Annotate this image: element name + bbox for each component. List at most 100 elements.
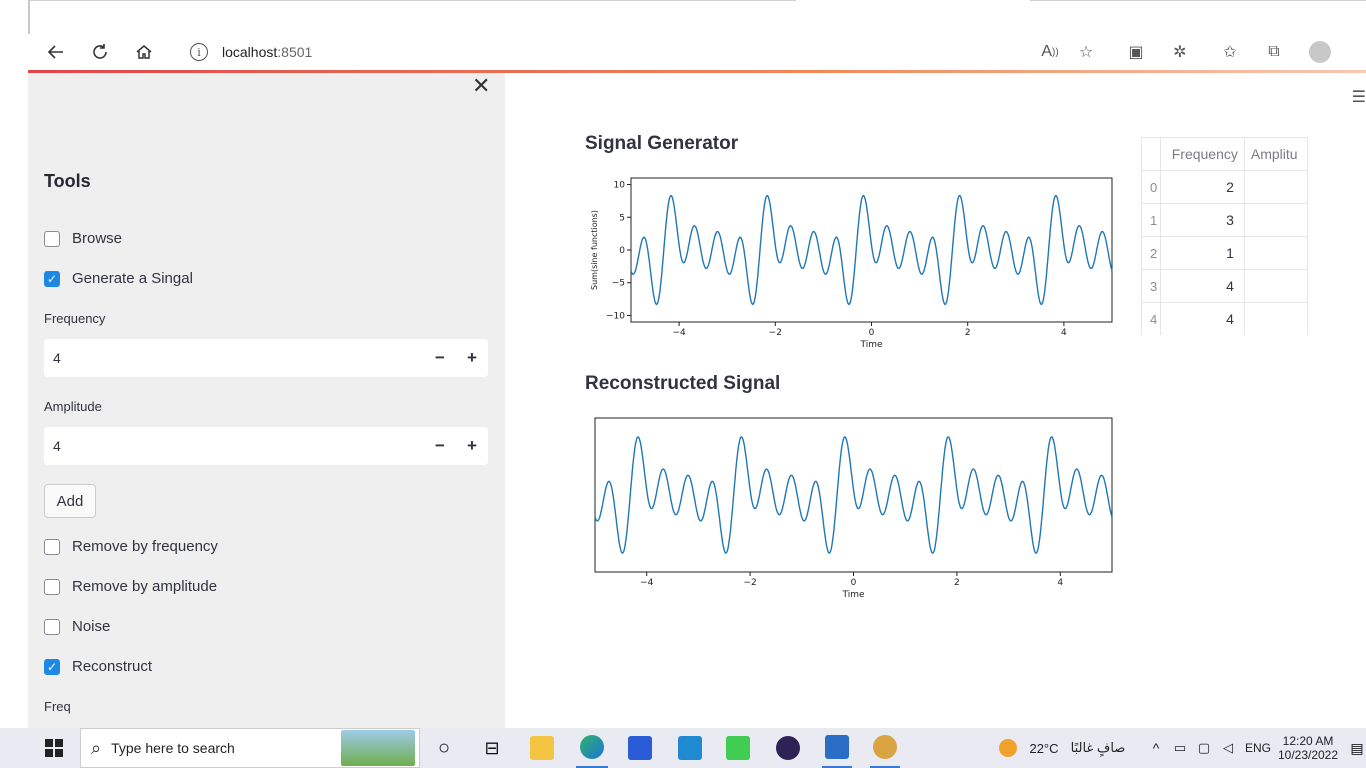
cell-amplitude[interactable] [1243, 269, 1308, 303]
weather-temp[interactable]: 22°C [1026, 728, 1062, 768]
row-index: 3 [1141, 269, 1161, 303]
row-index: 0 [1141, 170, 1161, 204]
collections-icon[interactable]: ▣ [1122, 38, 1150, 66]
edge-icon[interactable] [576, 728, 608, 768]
table-header-frequency[interactable]: Frequency [1159, 137, 1245, 171]
extensions-icon[interactable]: ✲ [1166, 38, 1194, 66]
favorites-icon[interactable]: ✩ [1216, 38, 1244, 66]
check-icon[interactable]: ✓ [44, 658, 60, 675]
weather-icon[interactable] [996, 728, 1020, 768]
x-tick-label: 0 [851, 578, 857, 588]
check-icon[interactable]: ✓ [44, 270, 60, 287]
refresh-icon[interactable] [86, 38, 114, 66]
search-placeholder: Type here to search [111, 740, 235, 756]
network-icon[interactable]: ▭ [1170, 728, 1190, 768]
x-tick-label: −4 [672, 328, 686, 338]
frequency-decrement-button[interactable]: − [424, 348, 456, 368]
checkbox-box[interactable] [44, 230, 60, 247]
eclipse-icon[interactable] [774, 728, 802, 768]
task-view-icon[interactable]: ⊟ [478, 728, 506, 768]
cell-frequency[interactable]: 1 [1159, 236, 1245, 270]
reconstruct-checkbox[interactable]: ✓ Reconstruct [44, 658, 152, 675]
cell-amplitude[interactable] [1243, 302, 1308, 335]
y-tick-label: 5 [619, 213, 625, 223]
add-button[interactable]: Add [44, 484, 96, 518]
components-table: Frequency Amplitu 02 13 21 34 44 [1141, 137, 1308, 335]
checkbox-box[interactable] [44, 578, 60, 595]
vscode-icon[interactable] [676, 728, 704, 768]
taskbar: ⌕ Type here to search ○ ⊟ 22°C صافٍ غالب… [0, 728, 1366, 768]
address-bar[interactable]: i localhost:8501 [172, 36, 1022, 68]
checkbox-label: Remove by frequency [72, 538, 218, 555]
chevron-up-icon[interactable]: ^ [1148, 728, 1164, 768]
frequency-label: Frequency [44, 311, 106, 326]
amplitude-value[interactable]: 4 [53, 438, 424, 454]
read-aloud-icon[interactable]: A)) [1036, 38, 1064, 66]
table-header-amplitude[interactable]: Amplitu [1243, 137, 1308, 171]
display-icon[interactable]: ▢ [1194, 728, 1214, 768]
cell-frequency[interactable]: 3 [1159, 203, 1245, 237]
checkbox-label: Reconstruct [72, 658, 153, 675]
back-icon[interactable] [42, 38, 70, 66]
x-tick-label: 4 [1061, 328, 1067, 338]
favorite-add-icon[interactable]: ☆ [1072, 38, 1100, 66]
y-tick-label: −5 [612, 279, 625, 289]
browse-checkbox[interactable]: Browse [44, 230, 122, 247]
cortana-icon[interactable]: ○ [430, 728, 458, 768]
table-row: 21 [1141, 236, 1308, 270]
amplitude-increment-button[interactable]: + [456, 436, 488, 456]
row-index: 4 [1141, 302, 1161, 335]
cell-amplitude[interactable] [1243, 170, 1308, 204]
site-info-icon[interactable]: i [190, 43, 208, 61]
cell-frequency[interactable]: 2 [1159, 170, 1245, 204]
row-index: 2 [1141, 236, 1161, 270]
table-header-index [1141, 137, 1161, 171]
clock-date: 10/23/2022 [1277, 748, 1339, 762]
clock-time: 12:20 AM [1282, 734, 1334, 748]
menu-icon[interactable]: ☰ [1352, 87, 1366, 107]
tabs-icon[interactable]: ⧉ [1260, 38, 1288, 66]
app-window-icon[interactable] [822, 728, 852, 768]
cell-amplitude[interactable] [1243, 203, 1308, 237]
amplitude-input[interactable]: 4 − + [44, 427, 488, 465]
home-icon[interactable] [130, 38, 158, 66]
remove-frequency-checkbox[interactable]: Remove by frequency [44, 538, 218, 555]
weather-text[interactable]: صافٍ غالبًا [1066, 728, 1130, 768]
checkbox-box[interactable] [44, 538, 60, 555]
y-tick-label: 10 [614, 181, 626, 191]
browser-toolbar: i localhost:8501 A)) ☆ ▣ ✲ ✩ ⧉ [28, 34, 1366, 70]
clock[interactable]: 12:20 AM 10/23/2022 [1276, 728, 1340, 768]
y-tick-label: −10 [606, 311, 625, 321]
table-row: 02 [1141, 170, 1308, 204]
volume-icon[interactable]: ◁ [1218, 728, 1238, 768]
x-tick-label: 2 [965, 328, 971, 338]
checkbox-box[interactable] [44, 618, 60, 635]
checkbox-label: Generate a Singal [72, 270, 193, 287]
frequency-increment-button[interactable]: + [456, 348, 488, 368]
y-tick-label: 0 [619, 246, 625, 256]
language-indicator[interactable]: ENG [1244, 728, 1272, 768]
cell-frequency[interactable]: 4 [1159, 269, 1245, 303]
qt-creator-icon[interactable] [724, 728, 752, 768]
cell-frequency[interactable]: 4 [1159, 302, 1245, 335]
noise-checkbox[interactable]: Noise [44, 618, 110, 635]
x-tick-label: −4 [640, 578, 654, 588]
close-icon[interactable]: ✕ [472, 73, 490, 99]
notifications-icon[interactable]: ▤ [1348, 728, 1366, 768]
amplitude-decrement-button[interactable]: − [424, 436, 456, 456]
row-index: 1 [1141, 203, 1161, 237]
remove-amplitude-checkbox[interactable]: Remove by amplitude [44, 578, 217, 595]
frequency-value[interactable]: 4 [53, 350, 424, 366]
frequency-input[interactable]: 4 − + [44, 339, 488, 377]
table-row: 44 [1141, 302, 1308, 335]
store-icon[interactable] [626, 728, 654, 768]
windows-start-icon[interactable] [36, 728, 72, 768]
file-explorer-icon[interactable] [528, 728, 556, 768]
profile-avatar[interactable] [1306, 38, 1334, 66]
table-row: 34 [1141, 269, 1308, 303]
freq-slider-label: Freq [44, 699, 71, 714]
cell-amplitude[interactable] [1243, 236, 1308, 270]
generate-checkbox[interactable]: ✓ Generate a Singal [44, 270, 193, 287]
paint-icon[interactable] [870, 728, 900, 768]
taskbar-search-input[interactable]: ⌕ Type here to search [80, 728, 420, 768]
